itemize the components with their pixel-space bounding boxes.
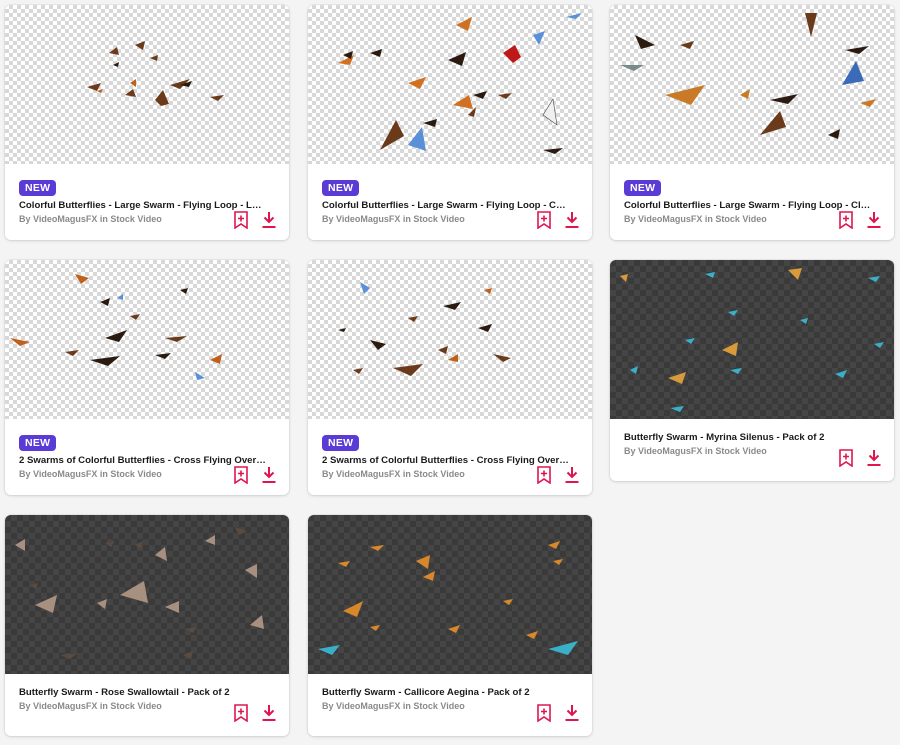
in-label: in <box>99 469 108 479</box>
butterflies-preview <box>87 41 224 106</box>
bookmark-add-icon[interactable] <box>233 466 249 485</box>
by-label: By <box>19 701 31 711</box>
video-thumbnail[interactable] <box>5 5 289 164</box>
by-label: By <box>322 214 334 224</box>
butterflies-preview <box>318 541 578 655</box>
author-link[interactable]: VideoMagusFX <box>33 469 97 479</box>
butterflies-preview <box>338 282 511 376</box>
new-badge: NEW <box>19 435 57 451</box>
download-icon[interactable] <box>261 466 277 484</box>
video-thumbnail[interactable] <box>5 260 289 419</box>
card-actions <box>226 466 277 485</box>
category-link[interactable]: Stock Video <box>715 214 766 224</box>
category-link[interactable]: Stock Video <box>413 214 464 224</box>
card-actions <box>831 211 882 230</box>
card-actions <box>529 466 580 485</box>
author-link[interactable]: VideoMagusFX <box>638 214 702 224</box>
item-title[interactable]: Butterfly Swarm - Myrina Silenus - Pack … <box>624 431 872 444</box>
in-label: in <box>99 214 108 224</box>
bookmark-add-icon[interactable] <box>536 704 552 723</box>
video-thumbnail[interactable] <box>5 515 289 674</box>
in-label: in <box>704 214 713 224</box>
video-thumbnail[interactable] <box>308 5 592 164</box>
download-icon[interactable] <box>564 704 580 722</box>
bookmark-add-icon[interactable] <box>838 211 854 230</box>
video-thumbnail[interactable] <box>610 260 894 419</box>
card-actions <box>831 449 882 468</box>
author-link[interactable]: VideoMagusFX <box>638 446 702 456</box>
video-thumbnail[interactable] <box>610 5 894 164</box>
category-link[interactable]: Stock Video <box>413 469 464 479</box>
category-link[interactable]: Stock Video <box>110 701 161 711</box>
category-link[interactable]: Stock Video <box>110 469 161 479</box>
by-label: By <box>624 446 636 456</box>
author-link[interactable]: VideoMagusFX <box>33 214 97 224</box>
download-icon[interactable] <box>564 466 580 484</box>
bookmark-add-icon[interactable] <box>536 466 552 485</box>
new-badge: NEW <box>322 180 360 196</box>
category-link[interactable]: Stock Video <box>715 446 766 456</box>
in-label: in <box>402 701 411 711</box>
download-icon[interactable] <box>866 449 882 467</box>
bookmark-add-icon[interactable] <box>838 449 854 468</box>
download-icon[interactable] <box>866 211 882 229</box>
card-actions <box>529 704 580 723</box>
in-label: in <box>99 701 108 711</box>
download-icon[interactable] <box>261 704 277 722</box>
bookmark-add-icon[interactable] <box>536 211 552 230</box>
by-label: By <box>624 214 636 224</box>
butterflies-preview <box>10 274 222 380</box>
item-card[interactable]: NEW Colorful Butterflies - Large Swarm -… <box>308 5 592 240</box>
bookmark-add-icon[interactable] <box>233 211 249 230</box>
author-link[interactable]: VideoMagusFX <box>33 701 97 711</box>
item-card[interactable]: Butterfly Swarm - Rose Swallowtail - Pac… <box>5 515 289 736</box>
card-actions <box>226 704 277 723</box>
card-actions <box>529 211 580 230</box>
butterflies-preview <box>620 13 876 139</box>
item-card[interactable]: NEW 2 Swarms of Colorful Butterflies - C… <box>5 260 289 495</box>
card-actions <box>226 211 277 230</box>
in-label: in <box>402 214 411 224</box>
item-card[interactable]: Butterfly Swarm - Myrina Silenus - Pack … <box>610 260 894 481</box>
item-title[interactable]: Butterfly Swarm - Rose Swallowtail - Pac… <box>19 686 267 699</box>
video-thumbnail[interactable] <box>308 260 592 419</box>
item-card[interactable]: NEW Colorful Butterflies - Large Swarm -… <box>5 5 289 240</box>
download-icon[interactable] <box>261 211 277 229</box>
new-badge: NEW <box>19 180 57 196</box>
butterflies-preview <box>338 13 582 154</box>
category-link[interactable]: Stock Video <box>110 214 161 224</box>
new-badge: NEW <box>322 435 360 451</box>
category-link[interactable]: Stock Video <box>413 701 464 711</box>
new-badge: NEW <box>624 180 662 196</box>
author-link[interactable]: VideoMagusFX <box>336 701 400 711</box>
butterflies-preview <box>620 268 884 412</box>
by-label: By <box>322 701 334 711</box>
download-icon[interactable] <box>564 211 580 229</box>
in-label: in <box>704 446 713 456</box>
butterflies-preview <box>15 527 264 659</box>
author-link[interactable]: VideoMagusFX <box>336 469 400 479</box>
item-title[interactable]: Butterfly Swarm - Callicore Aegina - Pac… <box>322 686 570 699</box>
video-thumbnail[interactable] <box>308 515 592 674</box>
bookmark-add-icon[interactable] <box>233 704 249 723</box>
by-label: By <box>322 469 334 479</box>
by-label: By <box>19 469 31 479</box>
item-card[interactable]: NEW Colorful Butterflies - Large Swarm -… <box>610 5 894 240</box>
by-label: By <box>19 214 31 224</box>
author-link[interactable]: VideoMagusFX <box>336 214 400 224</box>
in-label: in <box>402 469 411 479</box>
item-card[interactable]: NEW 2 Swarms of Colorful Butterflies - C… <box>308 260 592 495</box>
item-card[interactable]: Butterfly Swarm - Callicore Aegina - Pac… <box>308 515 592 736</box>
